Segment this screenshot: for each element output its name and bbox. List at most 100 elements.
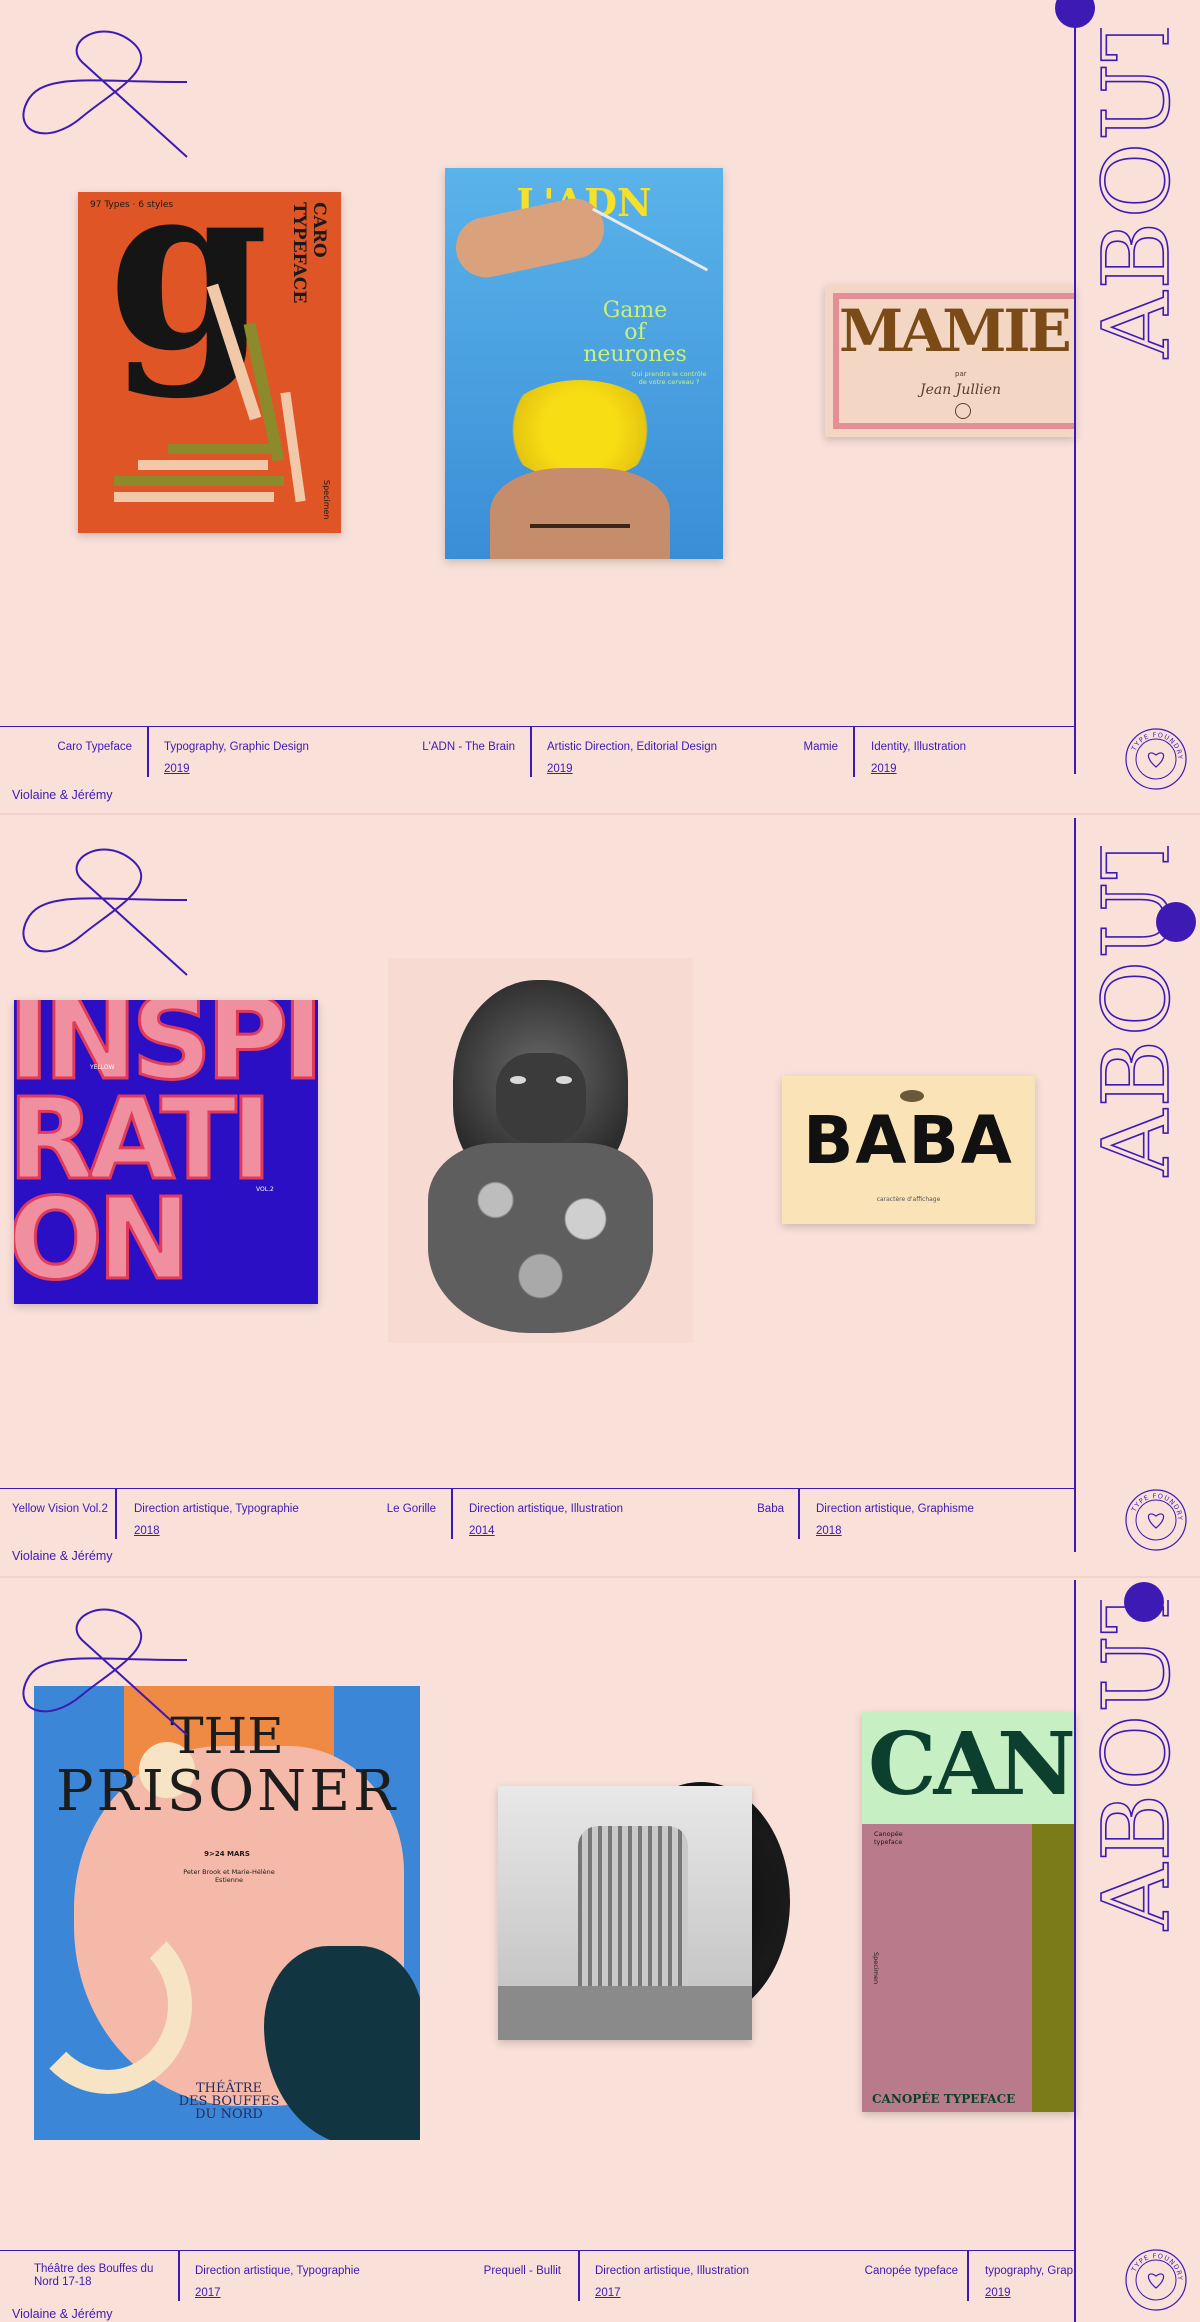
caro-stripe xyxy=(280,391,306,503)
project-panel-3: THE PRISONER 9>24 MARS Peter Brook et Ma… xyxy=(0,1580,1200,2322)
about-link[interactable]: ABOUT xyxy=(1080,1600,1190,1940)
project-title[interactable]: Baba xyxy=(757,1503,784,1515)
studio-name[interactable]: Violaine & Jérémy xyxy=(12,1549,113,1563)
project-title[interactable]: Yellow Vision Vol.2 xyxy=(12,1503,108,1515)
project-panel-2: INSPIRATION YELLOW VOL.2 BABA caractère … xyxy=(0,818,1200,1592)
project-title[interactable]: Prequell - Bullit xyxy=(484,2265,561,2277)
baba-subtitle: caractère d'affichage xyxy=(876,1196,941,1203)
gorilla-eye xyxy=(510,1076,526,1084)
divider xyxy=(853,727,855,777)
about-link[interactable]: ABOUT xyxy=(1080,846,1190,1186)
project-title-cell[interactable]: Prequell - Bullit xyxy=(440,2251,565,2301)
project-year-link[interactable]: 2014 xyxy=(469,1525,495,1537)
poster-venue-line3: DU NORD xyxy=(195,2107,263,2122)
poster-venue: THÉÂTRE DES BOUFFES DU NORD xyxy=(144,2082,314,2121)
project-title-cell[interactable]: Le Gorille xyxy=(350,1489,440,1539)
about-text[interactable]: ABOUT xyxy=(1082,1600,1190,1932)
canopee-typeface-cover[interactable]: CANO Canopée typeface Specimen CANOPÉE T… xyxy=(862,1712,1075,2112)
vertical-rule xyxy=(1074,0,1076,774)
about-link[interactable]: ABOUT xyxy=(1080,28,1190,368)
project-title-cell[interactable]: Canopée typeface xyxy=(820,2251,960,2301)
adn-headline-line2: of xyxy=(624,320,646,345)
baba-typeface-card[interactable]: BABA caractère d'affichage xyxy=(782,1076,1035,1224)
project-year-link[interactable]: 2019 xyxy=(871,763,897,775)
project-tags: Artistic Direction, Editorial Design xyxy=(547,741,718,753)
yellow-label: YELLOW xyxy=(90,1064,115,1071)
project-tags: Direction artistique, Illustration xyxy=(595,2265,750,2277)
mamie-title: MAMIE xyxy=(839,297,1072,365)
project-year-link[interactable]: 2019 xyxy=(985,2287,1011,2299)
caro-glyph: g xyxy=(108,192,269,402)
project-year-link[interactable]: 2017 xyxy=(195,2287,221,2299)
project-title-cell[interactable]: Baba xyxy=(730,1489,786,1539)
type-foundry-badge-icon[interactable]: TYPE FOUNDRY xyxy=(1124,2248,1188,2312)
divider xyxy=(115,1489,117,1539)
project-title[interactable]: Caro Typeface xyxy=(57,741,132,753)
project-title[interactable]: Théâtre des Bouffes du Nord 17-18 xyxy=(34,2263,159,2289)
baba-bird-icon xyxy=(900,1090,924,1102)
gorilla-illustration[interactable] xyxy=(388,958,693,1343)
divider xyxy=(147,727,149,777)
adn-eyes xyxy=(530,524,630,538)
project-year-link[interactable]: 2018 xyxy=(134,1525,160,1537)
section-separator xyxy=(0,813,1200,815)
project-panel-1: 97 Types · 6 styles CARO TYPEFACE g Spec… xyxy=(0,0,1200,802)
divider xyxy=(578,2251,580,2301)
mamie-book-cover[interactable]: MAMIE par Jean Jullien xyxy=(825,285,1075,437)
project-title-cell[interactable]: Caro Typeface xyxy=(0,727,140,777)
project-title[interactable]: Le Gorille xyxy=(387,1503,436,1515)
accent-dot xyxy=(1124,1582,1164,1622)
project-info-bar: Yellow Vision Vol.2 Direction artistique… xyxy=(0,1488,1075,1539)
project-title-cell[interactable]: Mamie xyxy=(760,727,840,777)
project-title-cell[interactable]: Yellow Vision Vol.2 xyxy=(0,1489,110,1539)
canopee-side-line2: typeface xyxy=(874,1838,903,1846)
vertical-rule xyxy=(1074,818,1076,1552)
caro-stripe xyxy=(114,492,274,502)
type-foundry-badge-icon[interactable]: TYPE FOUNDRY xyxy=(1124,1488,1188,1552)
yellow-letters: INSPIRATION xyxy=(14,1000,318,1304)
accent-dot xyxy=(1156,902,1196,942)
adn-magazine-cover[interactable]: L'ADN Game of neurones Qui prendra le co… xyxy=(445,168,723,559)
ampersand-logo-icon[interactable] xyxy=(22,22,192,162)
project-meta-cell: Direction artistique, Illustration 2014 xyxy=(469,1489,699,1539)
prisoner-poster[interactable]: THE PRISONER 9>24 MARS Peter Brook et Ma… xyxy=(34,1686,420,2140)
about-text[interactable]: ABOUT xyxy=(1082,846,1190,1178)
studio-name[interactable]: Violaine & Jérémy xyxy=(12,788,113,802)
project-title[interactable]: Mamie xyxy=(803,741,838,753)
project-year-link[interactable]: 2017 xyxy=(595,2287,621,2299)
project-meta-cell: typography, Graphic Design 2019 xyxy=(985,2251,1073,2301)
canopee-spec: Specimen xyxy=(872,1952,880,1985)
project-tags: Direction artistique, Typographie xyxy=(195,2265,360,2277)
studio-name[interactable]: Violaine & Jérémy xyxy=(12,2307,113,2321)
about-text[interactable]: ABOUT xyxy=(1082,28,1190,360)
canopee-title: CANO xyxy=(868,1714,1075,1815)
canopee-side-line1: Canopée xyxy=(874,1830,903,1838)
project-year-link[interactable]: 2019 xyxy=(164,763,190,775)
project-year-link[interactable]: 2019 xyxy=(547,763,573,775)
project-title[interactable]: L'ADN - The Brain xyxy=(422,741,515,753)
canopee-olive-band xyxy=(1032,1824,1075,2112)
project-meta-cell: Direction artistique, Typographie 2018 xyxy=(134,1489,354,1539)
project-tags: Direction artistique, Illustration xyxy=(469,1503,624,1515)
baba-title: BABA xyxy=(803,1102,1014,1179)
type-foundry-badge-icon[interactable]: TYPE FOUNDRY xyxy=(1124,727,1188,791)
project-year-link[interactable]: 2018 xyxy=(816,1525,842,1537)
poster-title-line2: PRISONER xyxy=(55,1759,399,1824)
caro-typeface-cover[interactable]: 97 Types · 6 styles CARO TYPEFACE g Spec… xyxy=(78,192,341,533)
ampersand-logo-icon[interactable] xyxy=(22,840,192,980)
adn-subtitle: Qui prendra le contrôle de votre cerveau… xyxy=(631,370,707,386)
caro-title-line2: TYPEFACE xyxy=(289,202,309,304)
vertical-rule xyxy=(1074,1580,1076,2322)
project-title-cell[interactable]: Théâtre des Bouffes du Nord 17-18 xyxy=(0,2251,170,2301)
adn-headline-line3: neurones xyxy=(583,342,687,367)
project-title-cell[interactable]: L'ADN - The Brain xyxy=(400,727,520,777)
adn-face xyxy=(490,468,670,559)
poster-date: 9>24 MARS xyxy=(204,1850,250,1858)
yellow-vision-cover[interactable]: INSPIRATION YELLOW VOL.2 xyxy=(14,1000,318,1304)
project-title[interactable]: Canopée typeface xyxy=(865,2265,958,2277)
prequell-album-cover[interactable] xyxy=(498,1786,752,2040)
ampersand-logo-icon[interactable] xyxy=(22,1600,192,1740)
album-tower xyxy=(578,1826,688,1996)
divider xyxy=(967,2251,969,2301)
caro-stripe xyxy=(114,476,284,486)
